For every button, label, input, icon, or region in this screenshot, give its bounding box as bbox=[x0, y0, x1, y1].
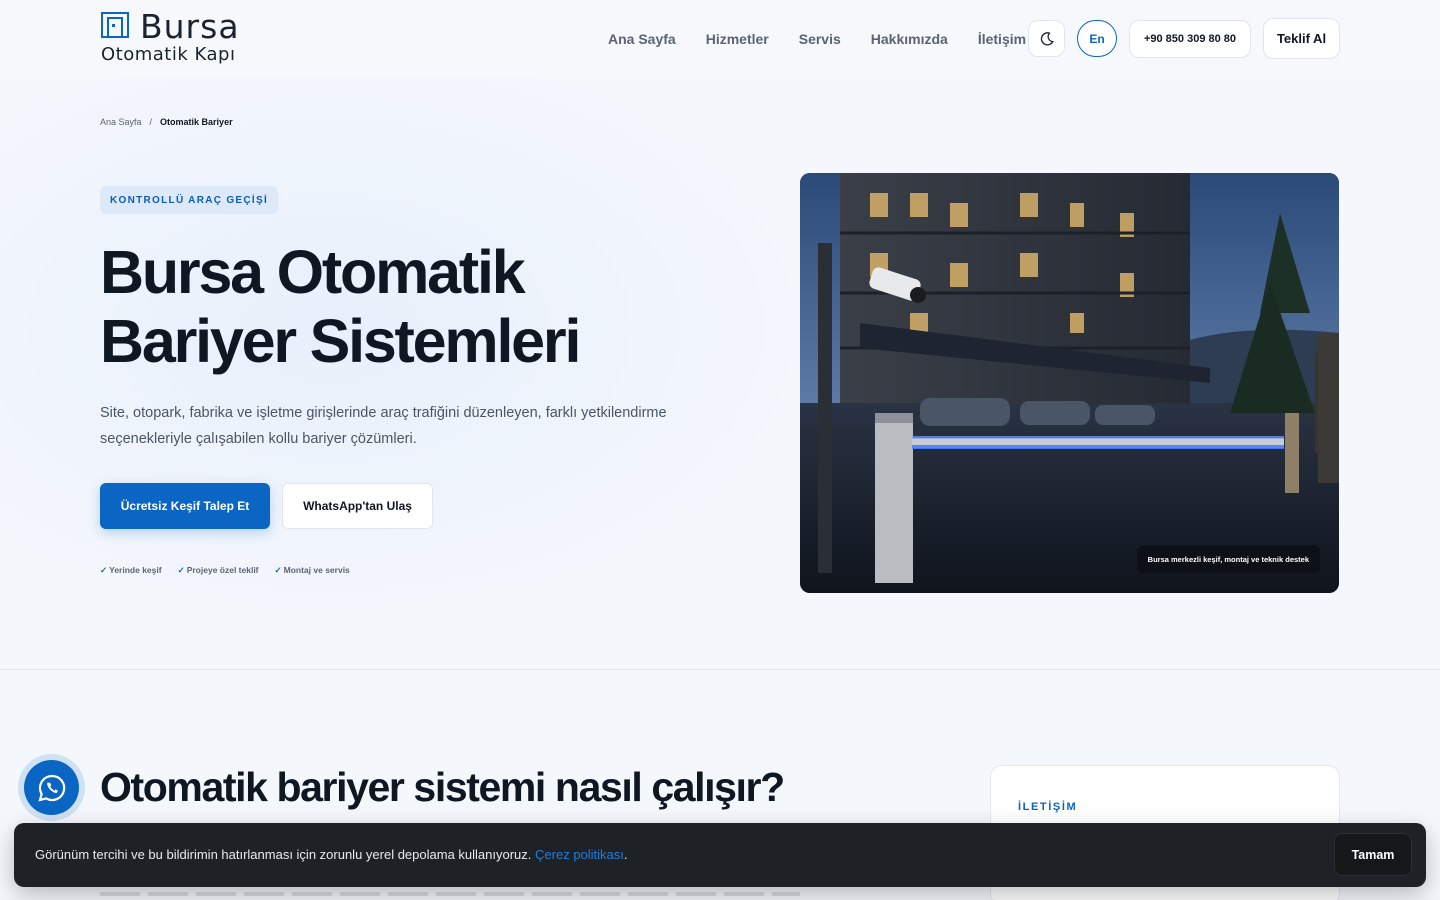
brand-name-top: Bursa bbox=[140, 7, 240, 46]
cookie-accept-button[interactable]: Tamam bbox=[1334, 833, 1412, 876]
door-logo-icon bbox=[101, 12, 129, 38]
phone-button[interactable]: +90 850 309 80 80 bbox=[1129, 20, 1251, 58]
image-caption: Bursa merkezli keşif, montaj ve teknik d… bbox=[1136, 545, 1320, 573]
check-icon: ✓ bbox=[274, 565, 282, 575]
quote-button[interactable]: Teklif Al bbox=[1263, 18, 1340, 59]
barrier-photo-illustration bbox=[800, 173, 1339, 593]
whatsapp-contact-button[interactable]: WhatsApp'tan Ulaş bbox=[282, 483, 433, 529]
check-icon: ✓ bbox=[100, 565, 108, 575]
check-item: ✓ Yerinde keşif bbox=[100, 565, 162, 575]
feature-checks: ✓ Yerinde keşif ✓ Projeye özel teklif ✓ Mon… bbox=[100, 565, 350, 576]
nav-item-about[interactable]: Hakkımızda bbox=[871, 30, 948, 48]
title-line-1: Bursa Otomatik bbox=[100, 238, 526, 306]
site-header: Bursa Otomatik Kapı Ana Sayfa Hizmetler … bbox=[0, 0, 1440, 78]
moon-icon bbox=[1040, 31, 1054, 45]
breadcrumb: Ana Sayfa / Otomatik Bariyer bbox=[100, 117, 233, 127]
page-title: Bursa Otomatik Bariyer Sistemleri bbox=[100, 238, 720, 376]
theme-toggle-button[interactable] bbox=[1028, 20, 1065, 57]
whatsapp-float-button[interactable] bbox=[24, 760, 79, 815]
section-text-partial bbox=[100, 892, 800, 896]
language-button[interactable]: En bbox=[1077, 20, 1117, 57]
check-item: ✓ Projeye özel teklif bbox=[177, 565, 259, 575]
brand-name-bottom: Otomatik Kapı bbox=[101, 44, 236, 65]
title-line-2: Bariyer Sistemleri bbox=[100, 307, 581, 375]
free-survey-button[interactable]: Ücretsiz Keşif Talep Et bbox=[100, 483, 270, 529]
hero-image: Bursa merkezli keşif, montaj ve teknik d… bbox=[800, 173, 1339, 593]
breadcrumb-home[interactable]: Ana Sayfa bbox=[100, 117, 142, 127]
main-nav: Ana Sayfa Hizmetler Servis Hakkımızda İl… bbox=[608, 30, 1056, 48]
check-icon: ✓ bbox=[177, 565, 185, 575]
section-title: Otomatik bariyer sistemi nasıl çalışır? bbox=[100, 764, 785, 810]
hero-tag: KONTROLLÜ ARAÇ GEÇİŞİ bbox=[100, 186, 279, 214]
hero-description: Site, otopark, fabrika ve işletme girişl… bbox=[100, 405, 667, 447]
check-item: ✓ Montaj ve servis bbox=[274, 565, 350, 575]
hero-section: Ana Sayfa / Otomatik Bariyer KONTROLLÜ A… bbox=[0, 78, 1440, 670]
cookie-message: Görünüm tercihi ve bu bildirimin hatırla… bbox=[35, 847, 628, 862]
brand-logo[interactable]: Bursa Otomatik Kapı bbox=[100, 10, 260, 68]
contact-card-label: İLETİŞİM bbox=[1018, 801, 1078, 813]
cookie-policy-link[interactable]: Çerez politikası bbox=[535, 847, 624, 862]
cookie-banner: Görünüm tercihi ve bu bildirimin hatırla… bbox=[14, 823, 1426, 887]
breadcrumb-current: Otomatik Bariyer bbox=[160, 117, 233, 127]
whatsapp-icon bbox=[37, 774, 65, 802]
nav-item-contact[interactable]: İletişim bbox=[978, 30, 1026, 48]
breadcrumb-separator: / bbox=[149, 117, 153, 127]
nav-item-services[interactable]: Hizmetler bbox=[706, 30, 769, 48]
nav-item-home[interactable]: Ana Sayfa bbox=[608, 30, 676, 48]
nav-item-service[interactable]: Servis bbox=[799, 30, 841, 48]
